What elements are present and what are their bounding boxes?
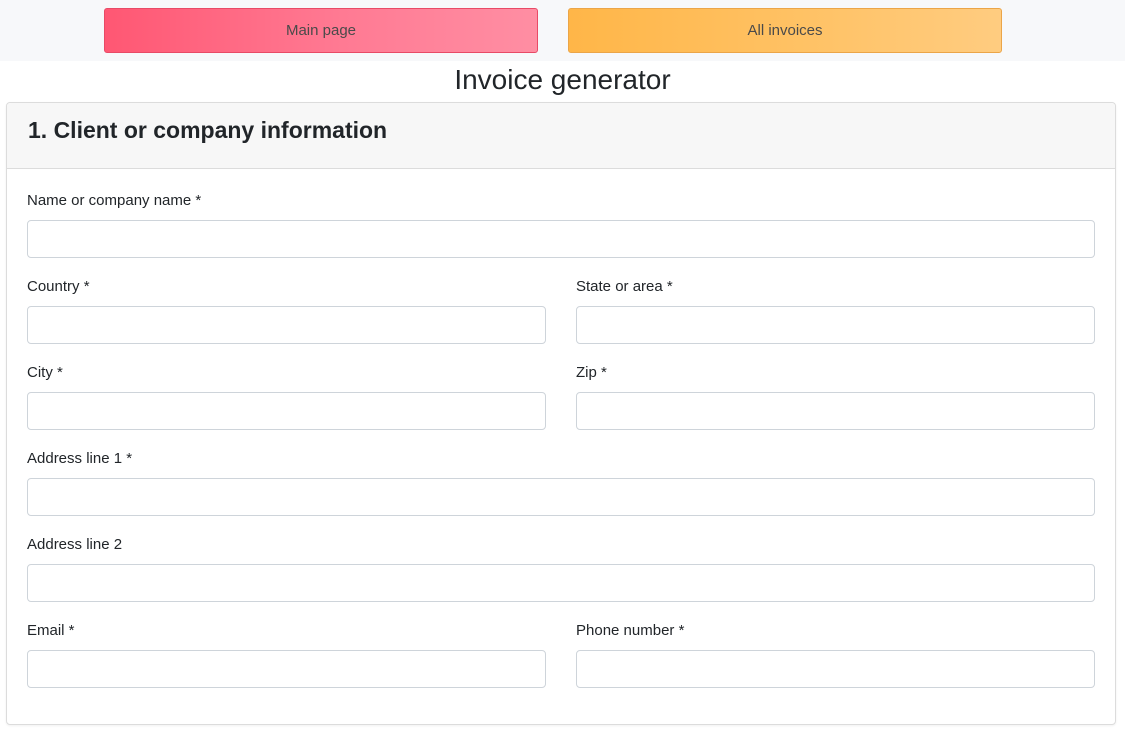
state-label: State or area * bbox=[576, 278, 673, 295]
card-header: 1. Client or company information bbox=[7, 103, 1115, 169]
phone-label: Phone number * bbox=[576, 622, 685, 639]
country-label: Country * bbox=[27, 278, 90, 295]
name-input[interactable] bbox=[27, 220, 1095, 258]
state-input[interactable] bbox=[576, 306, 1095, 344]
top-navigation-bar: Main page All invoices bbox=[0, 0, 1125, 61]
page-title: Invoice generator bbox=[454, 64, 671, 95]
name-label: Name or company name * bbox=[27, 192, 202, 209]
section-title: 1. Client or company information bbox=[28, 117, 388, 143]
email-label: Email * bbox=[27, 622, 75, 639]
email-input[interactable] bbox=[27, 650, 546, 688]
city-label: City * bbox=[27, 364, 63, 381]
main-page-button[interactable]: Main page bbox=[104, 8, 538, 53]
zip-label: Zip * bbox=[576, 364, 607, 381]
all-invoices-button[interactable]: All invoices bbox=[568, 8, 1002, 53]
zip-input[interactable] bbox=[576, 392, 1095, 430]
country-input[interactable] bbox=[27, 306, 546, 344]
address-line-1-input[interactable] bbox=[27, 478, 1095, 516]
address-line-1-label: Address line 1 * bbox=[27, 450, 133, 467]
client-info-card: 1. Client or company information Name or… bbox=[6, 102, 1116, 725]
address-line-2-label: Address line 2 bbox=[27, 536, 123, 553]
phone-input[interactable] bbox=[576, 650, 1095, 688]
city-input[interactable] bbox=[27, 392, 546, 430]
address-line-2-input[interactable] bbox=[27, 564, 1095, 602]
